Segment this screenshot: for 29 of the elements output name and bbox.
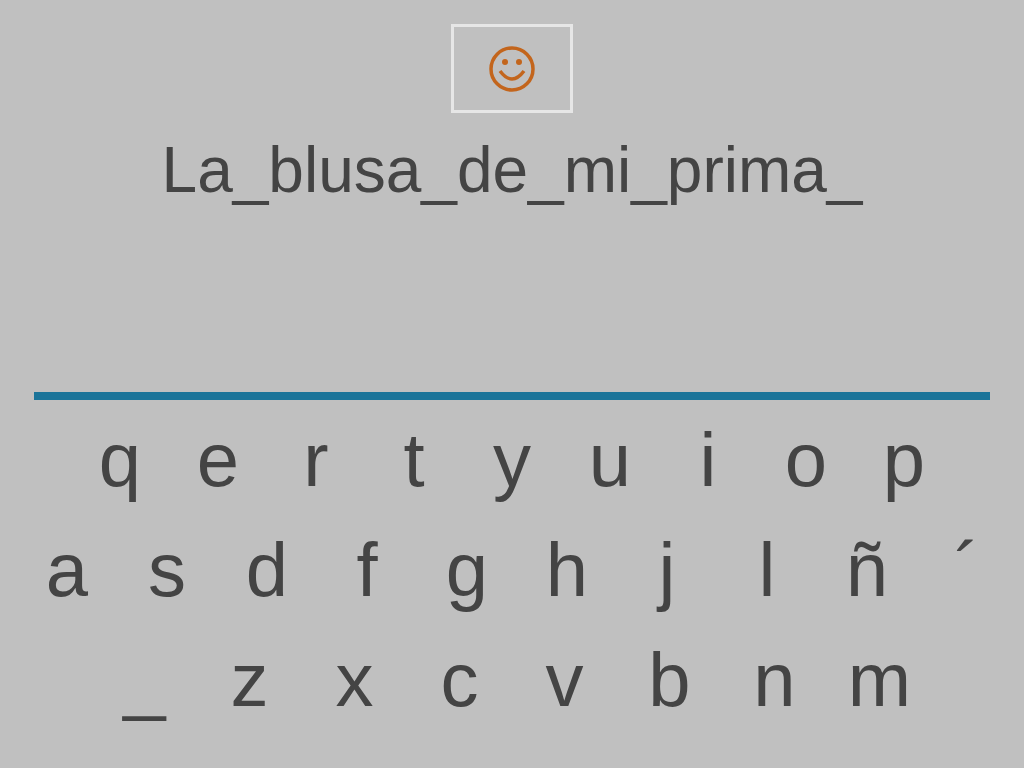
letter-key[interactable]: d	[217, 530, 317, 610]
letter-key[interactable]: t	[365, 420, 463, 500]
sentence-text: La_blusa_de_mi_prima_	[161, 133, 863, 207]
letter-key[interactable]: ñ	[817, 530, 917, 610]
letter-key[interactable]: r	[267, 420, 365, 500]
letter-key[interactable]: x	[302, 640, 407, 720]
smiley-icon	[488, 44, 536, 93]
letter-key[interactable]: q	[71, 420, 169, 500]
letter-key[interactable]: v	[512, 640, 617, 720]
letter-key[interactable]: b	[617, 640, 722, 720]
letter-key[interactable]: _	[92, 640, 197, 720]
letter-key[interactable]: i	[659, 420, 757, 500]
letter-key[interactable]: c	[407, 640, 512, 720]
letter-key[interactable]: y	[463, 420, 561, 500]
letter-key[interactable]: s	[117, 530, 217, 610]
letter-key[interactable]: h	[517, 530, 617, 610]
letter-key[interactable]: l	[717, 530, 817, 610]
letter-key[interactable]: a	[17, 530, 117, 610]
letter-key[interactable]: z	[197, 640, 302, 720]
letter-key[interactable]: n	[722, 640, 827, 720]
letter-key[interactable]: f	[317, 530, 417, 610]
letter-key[interactable]: m	[827, 640, 932, 720]
letter-key[interactable]: p	[855, 420, 953, 500]
letter-key[interactable]: j	[617, 530, 717, 610]
letter-key[interactable]: o	[757, 420, 855, 500]
letter-key[interactable]: u	[561, 420, 659, 500]
letter-key[interactable]: e	[169, 420, 267, 500]
letter-key[interactable]: ´	[917, 530, 1017, 610]
letter-key[interactable]: g	[417, 530, 517, 610]
